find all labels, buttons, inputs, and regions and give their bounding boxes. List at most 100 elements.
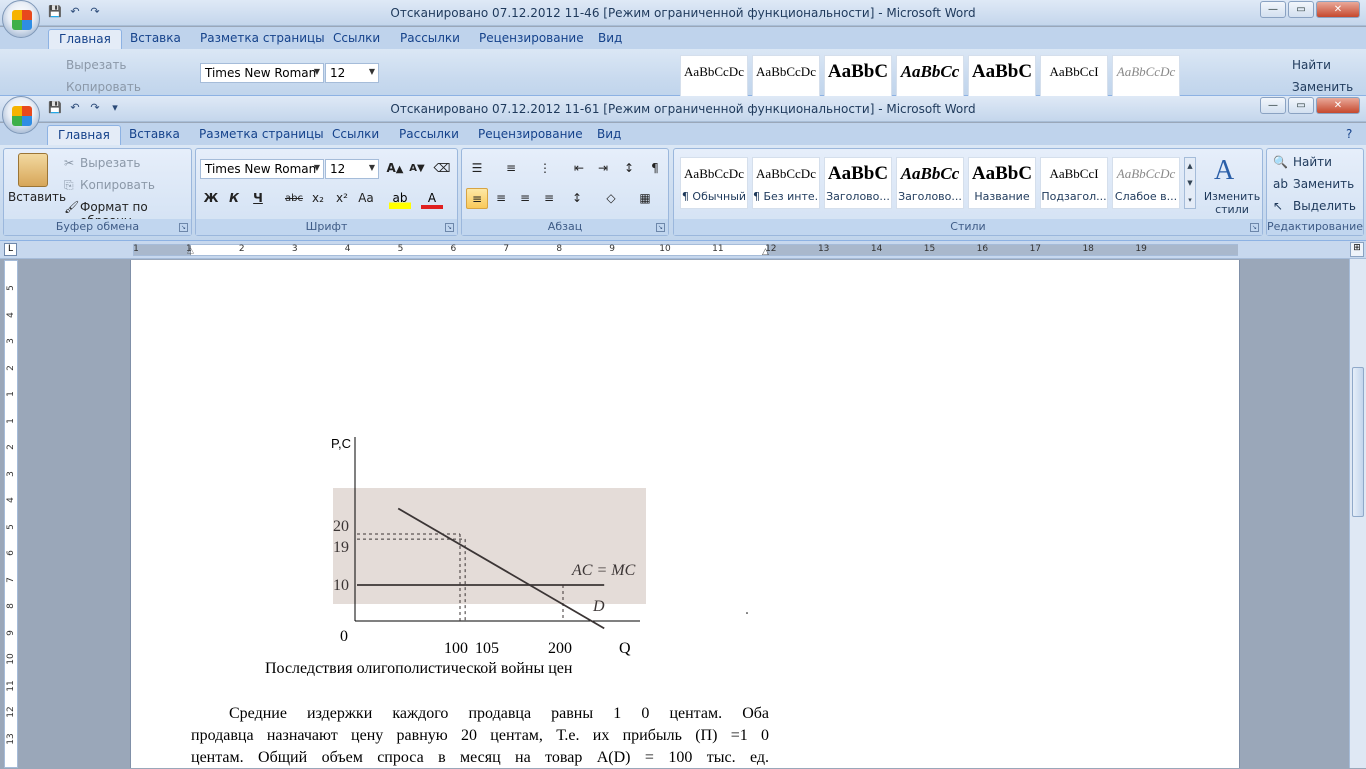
tab-page-layout[interactable]: Разметка страницы: [199, 125, 324, 145]
right-indent-marker-icon[interactable]: △: [762, 247, 769, 257]
style-subtitle[interactable]: AaBbCcI Подзагол...: [1040, 157, 1108, 209]
tab-references[interactable]: Ссылки: [332, 125, 379, 145]
back-tab-references[interactable]: Ссылки: [333, 29, 380, 49]
maximize-button[interactable]: ▭: [1288, 97, 1314, 114]
font-size-combo[interactable]: 12 ▼: [325, 159, 379, 179]
style-no-spacing[interactable]: AaBbCcDc ¶ Без инте...: [752, 157, 820, 209]
select-button[interactable]: Выделить: [1293, 199, 1356, 213]
tab-home[interactable]: Главная: [47, 125, 121, 145]
office-button[interactable]: [2, 96, 40, 134]
paste-button[interactable]: Вставить: [8, 190, 66, 204]
borders-icon[interactable]: ▦: [634, 188, 656, 209]
sort-icon[interactable]: ↕: [618, 158, 640, 179]
save-icon[interactable]: 💾: [48, 5, 62, 19]
tab-selector-icon[interactable]: L: [4, 243, 17, 256]
style-heading-2[interactable]: AaBbCc Заголово...: [896, 157, 964, 209]
redo-icon[interactable]: ↷: [88, 101, 102, 115]
back-tab-view[interactable]: Вид: [598, 29, 622, 49]
vertical-scrollbar[interactable]: [1349, 259, 1366, 768]
increase-indent-icon[interactable]: ⇥: [592, 158, 614, 179]
document-page[interactable]: [130, 260, 1240, 768]
highlight-icon[interactable]: ab: [389, 188, 411, 209]
change-case-button[interactable]: Aa: [355, 188, 377, 209]
font-color-icon[interactable]: A: [421, 188, 443, 209]
scroll-thumb[interactable]: [1352, 367, 1364, 517]
back-style-1[interactable]: AaBbCcDc: [680, 55, 748, 97]
bold-button[interactable]: Ж: [200, 188, 222, 209]
style-subtle-emphasis[interactable]: AaBbCcDc Слабое в...: [1112, 157, 1180, 209]
view-ruler-icon[interactable]: ⊞: [1350, 242, 1364, 257]
align-center-icon[interactable]: ≡: [490, 188, 512, 209]
strikethrough-button[interactable]: abc: [283, 188, 305, 209]
shrink-font-button[interactable]: A▼: [406, 158, 428, 179]
grow-font-button[interactable]: A▲: [384, 158, 406, 179]
back-tab-insert[interactable]: Вставка: [130, 29, 181, 49]
tab-review[interactable]: Рецензирование: [478, 125, 583, 145]
line-spacing-icon[interactable]: ↕: [566, 188, 588, 209]
find-button[interactable]: Найти: [1293, 155, 1332, 169]
back-tab-layout[interactable]: Разметка страницы: [200, 29, 325, 49]
justify-icon[interactable]: ≡: [538, 188, 560, 209]
paragraph-dialog-launcher[interactable]: ↘: [656, 223, 665, 232]
style-heading-1[interactable]: AaBbC Заголово...: [824, 157, 892, 209]
align-right-icon[interactable]: ≡: [514, 188, 536, 209]
back-tab-home[interactable]: Главная: [48, 29, 122, 49]
tab-view[interactable]: Вид: [597, 125, 621, 145]
shading-icon[interactable]: ◇: [600, 188, 622, 209]
superscript-button[interactable]: x²: [331, 188, 353, 209]
help-icon[interactable]: ?: [1346, 125, 1352, 145]
vertical-ruler[interactable]: 5 4 3 2 1 1 2 3 4 5 6 7 8 9 10 11 12 13: [4, 260, 18, 768]
undo-icon[interactable]: ↶: [68, 101, 82, 115]
numbering-icon[interactable]: ≡: [500, 158, 522, 179]
underline-button[interactable]: Ч: [247, 188, 269, 209]
decrease-indent-icon[interactable]: ⇤: [568, 158, 590, 179]
cut-button[interactable]: Вырезать: [80, 156, 141, 170]
indent-marker-icon[interactable]: ⏃: [186, 244, 195, 257]
back-font-combo[interactable]: Times New Roman ▼: [200, 63, 324, 83]
subscript-button[interactable]: x₂: [307, 188, 329, 209]
save-icon[interactable]: 💾: [48, 101, 62, 115]
style-title[interactable]: AaBbC Название: [968, 157, 1036, 209]
back-office-button[interactable]: [2, 0, 40, 38]
align-left-icon[interactable]: ≡: [466, 188, 488, 209]
back-tab-review[interactable]: Рецензирование: [479, 29, 584, 49]
italic-button[interactable]: К: [223, 188, 245, 209]
clipboard-dialog-launcher[interactable]: ↘: [179, 223, 188, 232]
back-style-4[interactable]: AaBbCc: [896, 55, 964, 97]
undo-icon[interactable]: ↶: [68, 5, 82, 19]
back-style-6[interactable]: AaBbCcI: [1040, 55, 1108, 97]
multilevel-list-icon[interactable]: ⋮: [534, 158, 556, 179]
back-cut-button[interactable]: Вырезать: [66, 58, 127, 72]
change-styles-button[interactable]: Изменить стили: [1202, 190, 1262, 216]
back-maximize-button[interactable]: ▭: [1288, 1, 1314, 18]
horizontal-ruler[interactable]: L 1 1 2 3 4 5 6 7 8 9 10 11 12 13 14 15 16 17 18 19 ⏃ △ ⊞: [0, 241, 1366, 259]
replace-button[interactable]: Заменить: [1293, 177, 1354, 191]
minimize-button[interactable]: —: [1260, 97, 1286, 114]
back-style-2[interactable]: AaBbCcDc: [752, 55, 820, 97]
bullets-icon[interactable]: ☰: [466, 158, 488, 179]
redo-icon[interactable]: ↷: [88, 5, 102, 19]
customize-qat-icon[interactable]: ▾: [108, 101, 122, 115]
back-find-button[interactable]: Найти: [1292, 58, 1331, 72]
font-family-combo[interactable]: Times New Roman ▼: [200, 159, 324, 179]
show-marks-icon[interactable]: ¶: [644, 158, 666, 179]
back-style-5[interactable]: AaBbC: [968, 55, 1036, 97]
tab-insert[interactable]: Вставка: [129, 125, 180, 145]
tab-mailings[interactable]: Рассылки: [399, 125, 459, 145]
close-button[interactable]: ✕: [1316, 97, 1360, 114]
styles-dialog-launcher[interactable]: ↘: [1250, 223, 1259, 232]
styles-scroll[interactable]: ▲ ▼ ▾: [1184, 157, 1196, 209]
style-normal[interactable]: AaBbCcDc ¶ Обычный: [680, 157, 748, 209]
back-replace-button[interactable]: Заменить: [1292, 80, 1353, 94]
back-size-combo[interactable]: 12 ▼: [325, 63, 379, 83]
copy-button[interactable]: Копировать: [80, 178, 155, 192]
back-copy-button[interactable]: Копировать: [66, 80, 141, 94]
back-minimize-button[interactable]: —: [1260, 1, 1286, 18]
font-dialog-launcher[interactable]: ↘: [445, 223, 454, 232]
body-paragraph[interactable]: Средние издержки каждого продавца равны …: [191, 703, 769, 769]
back-style-3[interactable]: AaBbC: [824, 55, 892, 97]
back-style-7[interactable]: AaBbCcDc: [1112, 55, 1180, 97]
clear-format-icon[interactable]: ⌫: [431, 158, 453, 179]
back-tab-mailings[interactable]: Рассылки: [400, 29, 460, 49]
back-close-button[interactable]: ✕: [1316, 1, 1360, 18]
